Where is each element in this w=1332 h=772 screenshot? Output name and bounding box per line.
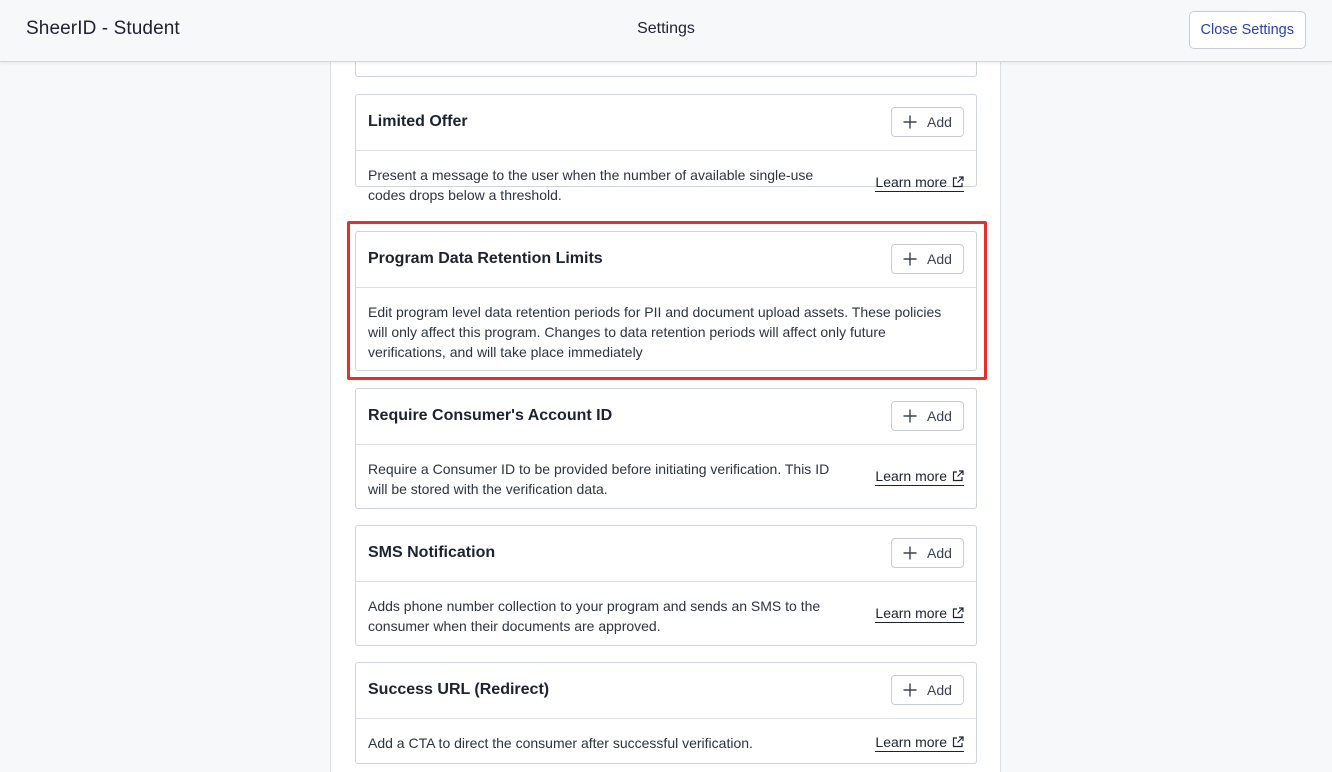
plus-icon [903, 683, 917, 697]
card-header: Limited Offer Add [356, 95, 976, 151]
card-title: SMS Notification [368, 544, 496, 561]
card-program-data-retention: Program Data Retention Limits Add Edit p… [355, 231, 977, 371]
learn-more-label: Learn more [875, 468, 947, 484]
card-body: Edit program level data retention period… [356, 288, 976, 362]
add-label: Add [927, 251, 952, 267]
card-header: Program Data Retention Limits Add [356, 232, 976, 288]
add-data-retention-button[interactable]: Add [891, 244, 964, 274]
card-body: Add a CTA to direct the consumer after s… [356, 719, 976, 753]
settings-panel[interactable]: Limited Offer Add Present a message to t… [330, 61, 1001, 772]
plus-icon [903, 252, 917, 266]
learn-more-link[interactable]: Learn more [875, 467, 964, 486]
card-description: Add a CTA to direct the consumer after s… [368, 735, 753, 751]
add-success-url-button[interactable]: Add [891, 675, 964, 705]
plus-icon [903, 115, 917, 129]
close-settings-button[interactable]: Close Settings [1188, 11, 1306, 49]
learn-more-link[interactable]: Learn more [875, 173, 964, 192]
card-header: Require Consumer's Account ID Add [356, 389, 976, 445]
add-consumer-id-button[interactable]: Add [891, 401, 964, 431]
previous-card [355, 61, 977, 77]
page-title: Settings [637, 20, 695, 37]
add-label: Add [927, 545, 952, 561]
learn-more-label: Learn more [875, 734, 947, 750]
card-body: Require a Consumer ID to be provided bef… [356, 445, 976, 499]
external-link-icon [952, 470, 964, 482]
card-description: Adds phone number collection to your pro… [368, 598, 821, 634]
card-header: Success URL (Redirect) Add [356, 663, 976, 719]
card-success-url: Success URL (Redirect) Add Add a CTA to … [355, 662, 977, 764]
external-link-icon [952, 736, 964, 748]
add-label: Add [927, 114, 952, 130]
add-label: Add [927, 408, 952, 424]
learn-more-label: Learn more [875, 174, 947, 190]
add-limited-offer-button[interactable]: Add [891, 107, 964, 137]
card-title: Success URL (Redirect) [368, 681, 550, 698]
learn-more-link[interactable]: Learn more [875, 604, 964, 623]
external-link-icon [952, 176, 964, 188]
card-title: Program Data Retention Limits [368, 250, 603, 267]
card-require-consumer-account-id: Require Consumer's Account ID Add Requir… [355, 388, 977, 509]
card-limited-offer: Limited Offer Add Present a message to t… [355, 94, 977, 203]
card-description: Edit program level data retention period… [368, 304, 942, 360]
add-label: Add [927, 682, 952, 698]
card-description: Require a Consumer ID to be provided bef… [368, 461, 830, 497]
top-bar: SheerID - Student Settings Close Setting… [0, 0, 1332, 62]
card-header: SMS Notification Add [356, 526, 976, 582]
plus-icon [903, 409, 917, 423]
card-description: Present a message to the user when the n… [368, 167, 814, 203]
card-title: Limited Offer [368, 113, 468, 130]
learn-more-label: Learn more [875, 605, 947, 621]
add-sms-notification-button[interactable]: Add [891, 538, 964, 568]
card-title: Require Consumer's Account ID [368, 407, 613, 424]
learn-more-link[interactable]: Learn more [875, 733, 964, 752]
external-link-icon [952, 607, 964, 619]
app-title: SheerID - Student [26, 18, 180, 39]
card-body: Present a message to the user when the n… [356, 151, 976, 205]
card-body: Adds phone number collection to your pro… [356, 582, 976, 636]
card-sms-notification: SMS Notification Add Adds phone number c… [355, 525, 977, 646]
plus-icon [903, 546, 917, 560]
